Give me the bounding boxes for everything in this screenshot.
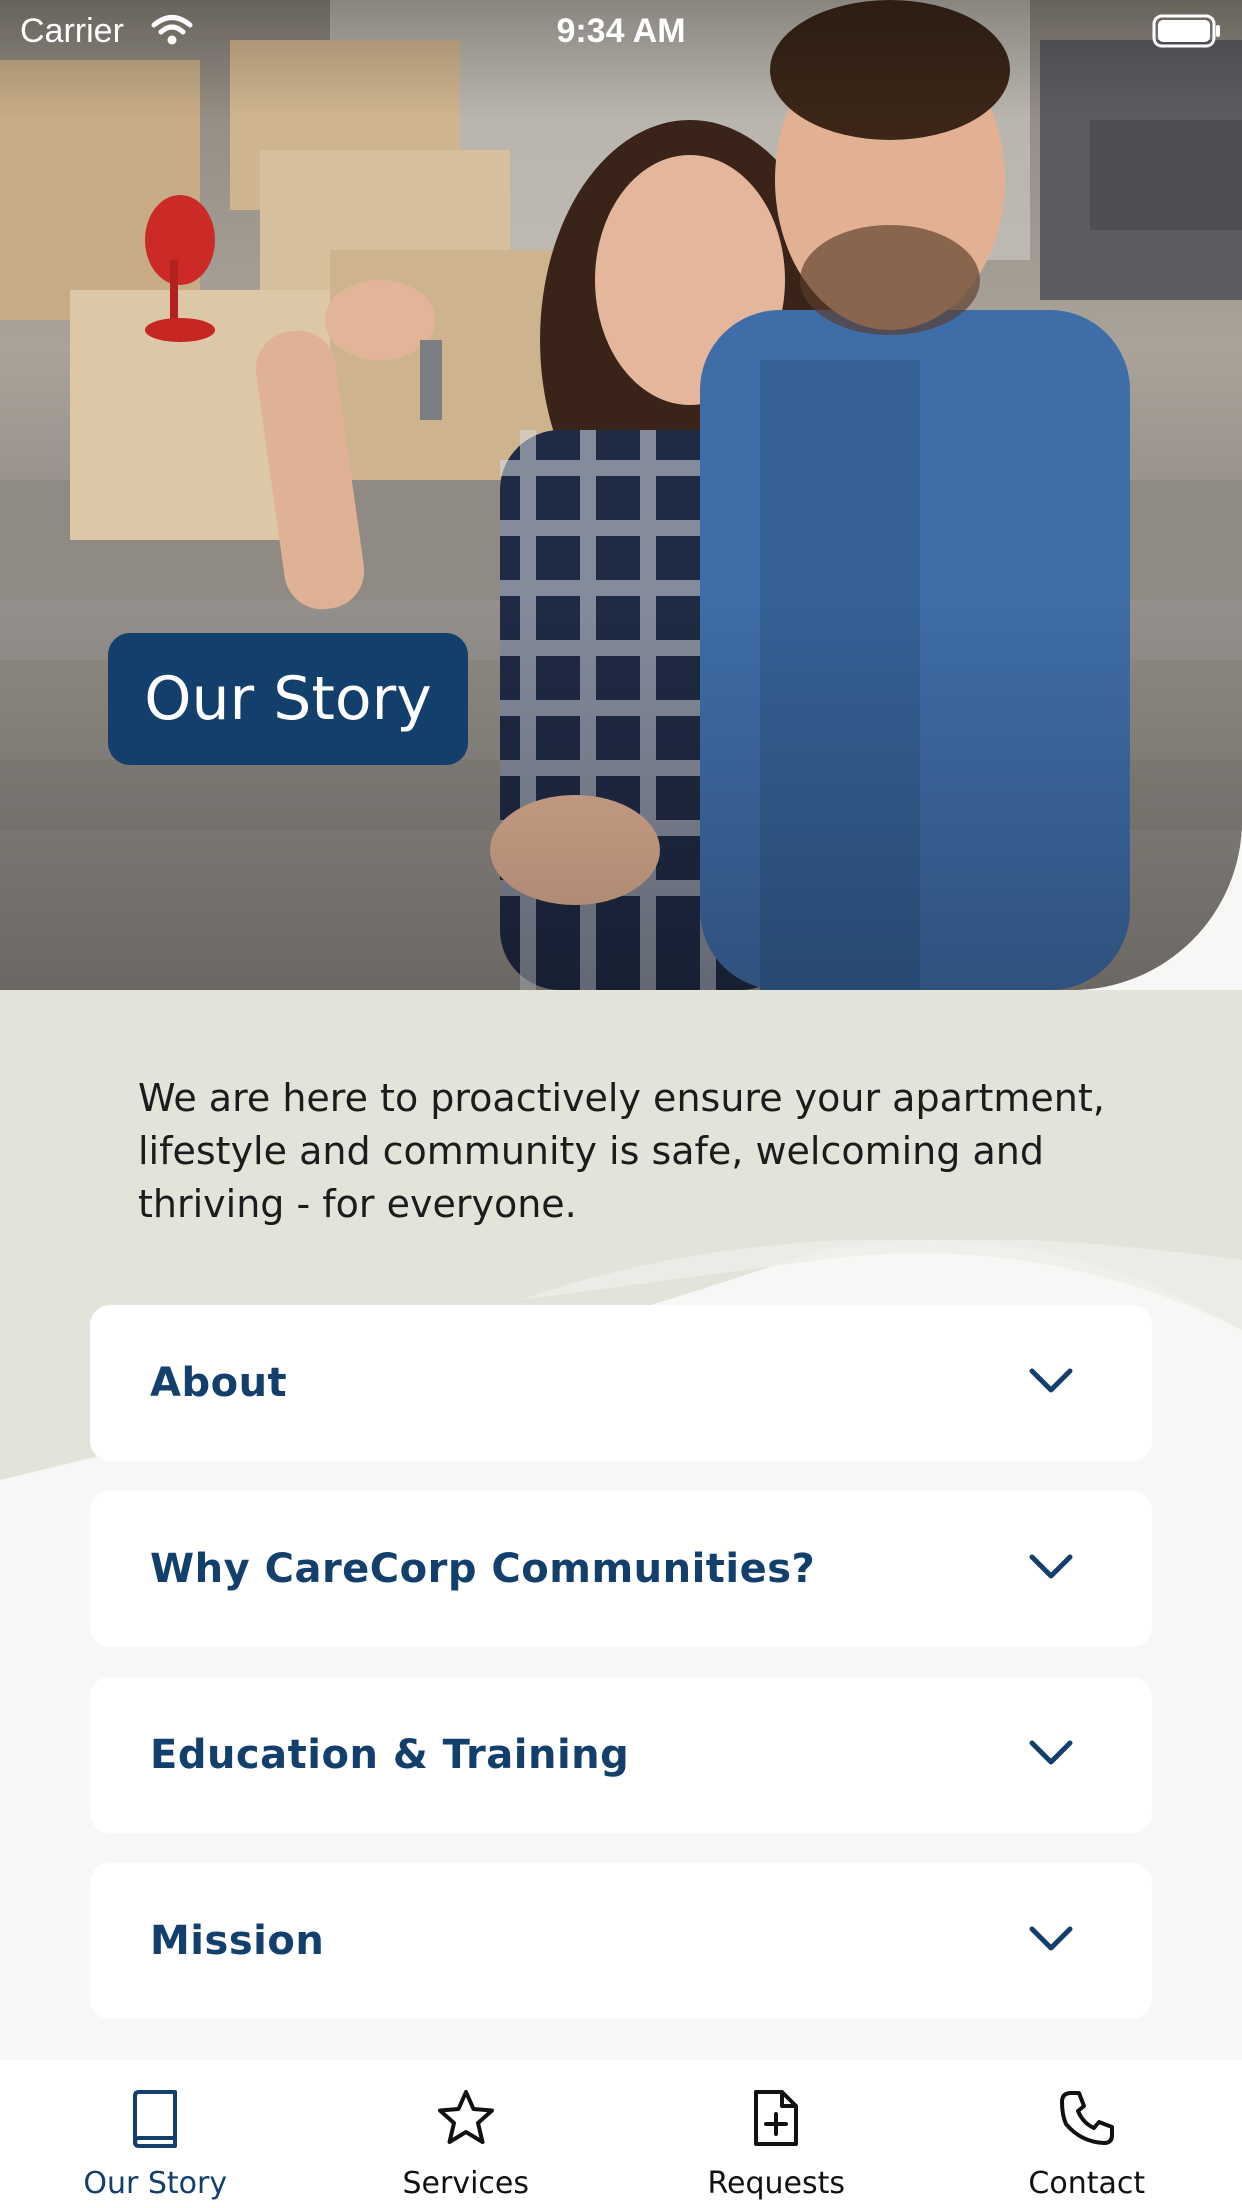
hero-image [0,0,1242,990]
status-bar: Carrier 9:34 AM [0,0,1242,62]
accordion-mission[interactable]: Mission [90,1863,1152,2019]
chevron-down-icon[interactable] [1028,1552,1074,1586]
accordion-about[interactable]: About [90,1305,1152,1461]
page-title: Our Story [108,633,468,765]
file-plus-icon [750,2088,802,2152]
chevron-down-icon[interactable] [1028,1366,1074,1400]
accordion-label: Education & Training [150,1732,630,1778]
tab-services[interactable]: Services [311,2060,622,2208]
star-icon [435,2088,497,2152]
accordion-label: About [150,1360,288,1406]
tab-label: Our Story [83,2166,228,2201]
tab-label: Services [402,2166,529,2201]
hero-gradient-overlay [0,0,1242,990]
tab-our-story[interactable]: Our Story [0,2060,311,2208]
book-icon [127,2088,183,2152]
tab-bar: Our Story Services Requests Contact [0,2060,1242,2208]
chevron-down-icon[interactable] [1028,1924,1074,1958]
status-time: 9:34 AM [556,12,686,50]
accordion-why-carecorp[interactable]: Why CareCorp Communities? [90,1491,1152,1647]
tab-contact[interactable]: Contact [932,2060,1242,2208]
battery-icon [1152,14,1222,57]
chevron-down-icon[interactable] [1028,1738,1074,1772]
accordion-label: Mission [150,1918,325,1964]
tab-label: Requests [707,2166,846,2201]
tab-requests[interactable]: Requests [621,2060,932,2208]
phone-icon [1057,2088,1117,2152]
tab-label: Contact [1028,2166,1146,2201]
accordion-label: Why CareCorp Communities? [150,1546,816,1592]
intro-text: We are here to proactively ensure your a… [138,1076,1105,1226]
accordion-education-training[interactable]: Education & Training [90,1677,1152,1833]
